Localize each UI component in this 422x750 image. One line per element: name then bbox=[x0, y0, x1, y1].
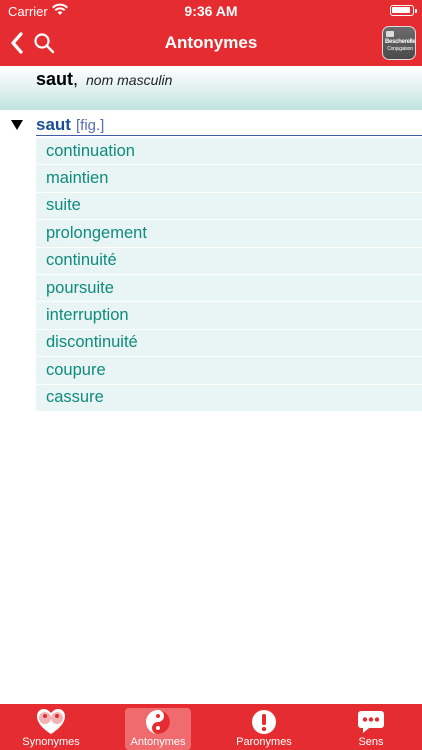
list-item[interactable]: interruption bbox=[36, 302, 422, 330]
tab-synonymes[interactable]: Synonymes bbox=[18, 708, 84, 750]
nav-bar: Antonymes Bescherelle Conjugaison bbox=[0, 22, 422, 66]
entry-comma: , bbox=[73, 69, 79, 89]
entry-word: saut, bbox=[36, 69, 78, 90]
list-item[interactable]: continuation bbox=[36, 138, 422, 166]
tab-label: Synonymes bbox=[22, 736, 80, 748]
disclosure-triangle-icon[interactable] bbox=[11, 119, 23, 131]
section-word: saut bbox=[36, 115, 71, 134]
list-item[interactable]: poursuite bbox=[36, 274, 422, 303]
part-of-speech: nom masculin bbox=[86, 72, 173, 88]
status-bar: Carrier 9:36 AM bbox=[0, 0, 422, 22]
tab-label: Paronymes bbox=[236, 736, 292, 748]
bescherelle-app-button[interactable]: Bescherelle Conjugaison bbox=[382, 26, 416, 60]
exclamation-icon bbox=[248, 708, 280, 736]
sense-section-header[interactable]: saut [fig.] bbox=[0, 113, 422, 137]
back-button[interactable] bbox=[6, 28, 28, 58]
camera-icon bbox=[386, 31, 394, 37]
list-item[interactable]: maintien bbox=[36, 165, 422, 193]
search-button[interactable] bbox=[32, 30, 56, 56]
list-item[interactable]: cassure bbox=[36, 384, 422, 412]
antonym-list: continuation maintien suite prolongement… bbox=[36, 138, 422, 412]
search-icon bbox=[34, 33, 55, 54]
battery-icon bbox=[390, 5, 417, 16]
speech-bubble-icon bbox=[355, 708, 387, 736]
tab-label: Antonymes bbox=[130, 736, 186, 748]
app-badge-line2: Conjugaison bbox=[387, 46, 413, 52]
yin-yang-icon bbox=[142, 708, 174, 736]
list-item[interactable]: discontinuité bbox=[36, 329, 422, 358]
tab-bar: Synonymes Antonymes Paronymes Sens bbox=[0, 704, 422, 750]
synonymes-icon bbox=[35, 708, 67, 736]
header: Carrier 9:36 AM Antonymes Bescherelle Co… bbox=[0, 0, 422, 66]
tab-sens[interactable]: Sens bbox=[338, 708, 404, 750]
chevron-left-icon bbox=[11, 32, 23, 54]
entry-word-text: saut bbox=[36, 69, 74, 89]
list-item[interactable]: coupure bbox=[36, 357, 422, 385]
list-item[interactable]: prolongement bbox=[36, 220, 422, 248]
tab-antonymes[interactable]: Antonymes bbox=[125, 708, 191, 750]
tab-paronymes[interactable]: Paronymes bbox=[231, 708, 297, 750]
page-title: Antonymes bbox=[164, 33, 258, 52]
app-badge-line1: Bescherelle bbox=[385, 39, 416, 45]
tab-label: Sens bbox=[358, 736, 384, 748]
section-tag: [fig.] bbox=[76, 117, 105, 134]
section-divider bbox=[36, 135, 422, 136]
list-item[interactable]: suite bbox=[36, 192, 422, 221]
status-time: 9:36 AM bbox=[184, 3, 238, 19]
list-item[interactable]: continuité bbox=[36, 247, 422, 275]
entry-banner: saut, nom masculin bbox=[0, 66, 422, 110]
